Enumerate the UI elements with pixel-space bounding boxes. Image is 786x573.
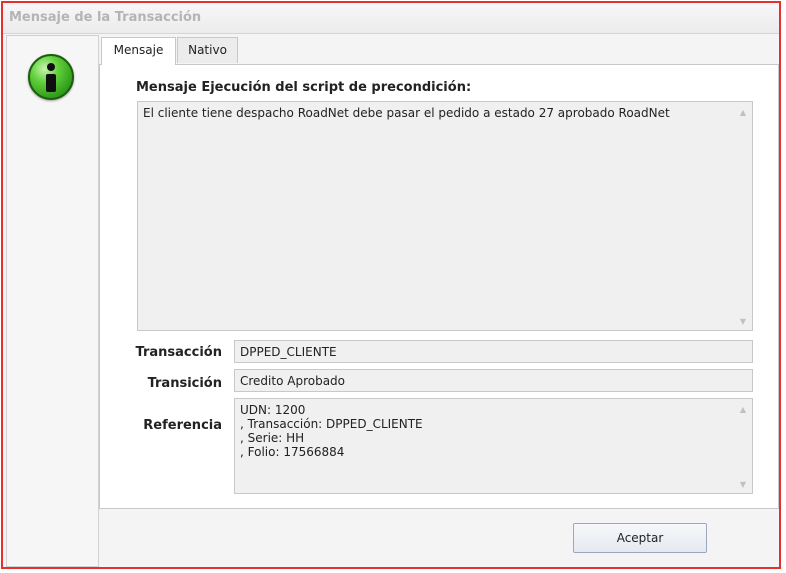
scroll-down-arrow-icon[interactable]: ▼ [740,480,746,489]
transicion-value: Credito Aprobado [240,374,346,388]
transaccion-value: DPPED_CLIENTE [240,345,337,359]
window-title: Mensaje de la Transacción [9,10,202,25]
tab-label: Nativo [188,43,227,57]
scroll-up-arrow-icon[interactable]: ▲ [740,405,746,414]
tab-mensaje[interactable]: Mensaje [101,37,176,65]
icon-panel [6,35,99,567]
title-bar[interactable]: Mensaje de la Transacción [3,3,779,34]
dialog-window: Mensaje de la Transacción Mensaje Nativo… [1,1,781,569]
referencia-label: Referencia [143,418,222,433]
referencia-value: UDN: 1200 , Transacción: DPPED_CLIENTE ,… [240,403,423,459]
accept-button[interactable]: Aceptar [573,523,707,553]
scroll-up-arrow-icon[interactable]: ▲ [740,108,746,117]
message-textarea[interactable]: El cliente tiene despacho RoadNet debe p… [137,101,753,331]
transaccion-field[interactable]: DPPED_CLIENTE [234,340,753,363]
message-heading: Mensaje Ejecución del script de precondi… [136,80,472,95]
accept-button-label: Aceptar [616,531,664,545]
tab-nativo[interactable]: Nativo [177,37,238,63]
transicion-field[interactable]: Credito Aprobado [234,369,753,392]
tab-label: Mensaje [113,43,164,57]
info-icon [28,54,74,100]
tab-panel-mensaje: Mensaje Ejecución del script de precondi… [99,64,779,509]
transaccion-label: Transacción [135,345,222,360]
message-text: El cliente tiene despacho RoadNet debe p… [143,106,670,120]
referencia-textarea[interactable]: UDN: 1200 , Transacción: DPPED_CLIENTE ,… [234,398,753,494]
scroll-down-arrow-icon[interactable]: ▼ [740,317,746,326]
transicion-label: Transición [147,376,222,391]
